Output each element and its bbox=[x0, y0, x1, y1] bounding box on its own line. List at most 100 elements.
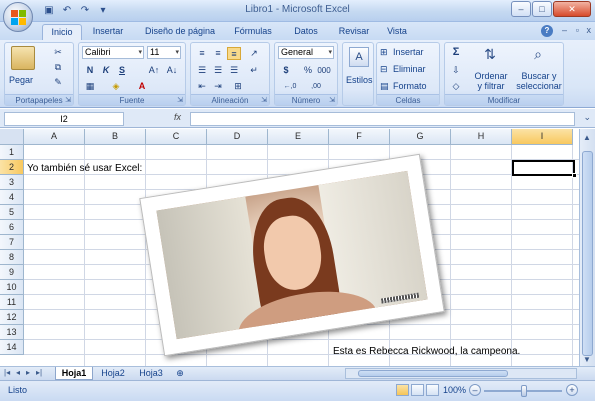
ribbon-minimize-icon[interactable]: – bbox=[562, 25, 567, 35]
row-header-4[interactable]: 4 bbox=[0, 190, 24, 205]
percent-button[interactable]: % bbox=[301, 64, 315, 77]
row-header-14[interactable]: 14 bbox=[0, 340, 24, 355]
find-select-label-1[interactable]: Buscar y bbox=[515, 71, 563, 81]
decrease-decimal-button[interactable]: ,00 bbox=[305, 80, 327, 93]
sort-filter-label-1[interactable]: Ordenar bbox=[471, 71, 511, 81]
sort-filter-icon[interactable]: ⇅ bbox=[479, 46, 501, 66]
horizontal-scrollbar[interactable] bbox=[345, 368, 577, 379]
font-size-select[interactable]: 11 ▾ bbox=[147, 46, 181, 59]
increase-indent-icon[interactable]: ⇥ bbox=[211, 80, 225, 93]
row-header-1[interactable]: 1 bbox=[0, 145, 24, 160]
format-cells-icon[interactable]: ▤ bbox=[380, 81, 389, 92]
prev-sheet-icon[interactable]: ◂ bbox=[16, 368, 20, 377]
paste-icon[interactable] bbox=[11, 46, 35, 70]
row-header-2[interactable]: 2 bbox=[0, 160, 24, 175]
dialog-launcher-icon[interactable]: ⇲ bbox=[261, 96, 267, 104]
align-top-icon[interactable]: ≡ bbox=[195, 47, 209, 60]
currency-button[interactable]: $ bbox=[279, 64, 293, 77]
zoom-out-button[interactable]: – bbox=[469, 384, 481, 396]
align-left-icon[interactable]: ☰ bbox=[195, 64, 209, 77]
find-select-label-2[interactable]: seleccionar bbox=[513, 81, 565, 91]
sheet-tab-hoja3[interactable]: Hoja3 bbox=[133, 367, 169, 380]
tab-insertar[interactable]: Insertar bbox=[86, 24, 130, 40]
insert-cells-button[interactable]: Insertar bbox=[393, 47, 424, 57]
shrink-font-icon[interactable]: A↓ bbox=[165, 64, 179, 77]
row-header-7[interactable]: 7 bbox=[0, 235, 24, 250]
align-middle-icon[interactable]: ≡ bbox=[211, 47, 225, 60]
orientation-icon[interactable]: ↗ bbox=[247, 47, 261, 60]
copy-icon[interactable]: ⧉ bbox=[51, 61, 65, 74]
increase-decimal-button[interactable]: ←,0 bbox=[279, 80, 301, 93]
vertical-scrollbar[interactable]: ▲ ▼ bbox=[579, 129, 595, 366]
column-header-h[interactable]: H bbox=[451, 129, 512, 145]
number-format-select[interactable]: General ▾ bbox=[278, 46, 334, 59]
delete-cells-button[interactable]: Eliminar bbox=[393, 64, 426, 74]
first-sheet-icon[interactable]: |◂ bbox=[4, 368, 10, 377]
cell-f14[interactable]: Esta es Rebecca Rickwood, la campeona. bbox=[333, 346, 520, 357]
delete-cells-icon[interactable]: ⊟ bbox=[380, 64, 388, 75]
help-icon[interactable]: ? bbox=[541, 25, 553, 37]
fill-color-icon[interactable]: ◈ bbox=[109, 80, 123, 93]
bold-button[interactable]: N bbox=[83, 64, 97, 77]
ribbon-close-icon[interactable]: x bbox=[587, 25, 592, 35]
vertical-scroll-thumb[interactable] bbox=[582, 151, 593, 356]
tab-inicio[interactable]: Inicio bbox=[42, 24, 82, 40]
styles-button-label[interactable]: Estilos bbox=[346, 75, 373, 85]
fill-icon[interactable]: ⇩ bbox=[449, 64, 463, 77]
tab-datos[interactable]: Datos bbox=[288, 24, 324, 40]
insert-sheet-icon[interactable]: ⊕ bbox=[172, 367, 188, 380]
underline-button[interactable]: S bbox=[115, 64, 129, 77]
merge-center-icon[interactable]: ⊞ bbox=[231, 80, 245, 93]
zoom-level[interactable]: 100% bbox=[443, 385, 466, 395]
select-all-button[interactable] bbox=[0, 129, 24, 145]
zoom-in-button[interactable]: + bbox=[566, 384, 578, 396]
format-cells-button[interactable]: Formato bbox=[393, 81, 427, 91]
tab-formulas[interactable]: Fórmulas bbox=[228, 24, 278, 40]
column-header-g[interactable]: G bbox=[390, 129, 451, 145]
row-header-5[interactable]: 5 bbox=[0, 205, 24, 220]
tab-revisar[interactable]: Revisar bbox=[334, 24, 374, 40]
row-header-12[interactable]: 12 bbox=[0, 310, 24, 325]
zoom-slider-thumb[interactable] bbox=[521, 385, 527, 397]
fill-handle[interactable] bbox=[572, 173, 577, 178]
minimize-button[interactable]: – bbox=[511, 1, 531, 17]
normal-view-button[interactable] bbox=[396, 384, 409, 396]
autosum-button[interactable]: Σ bbox=[449, 46, 463, 59]
expand-formula-icon[interactable]: ⌄ bbox=[583, 112, 591, 123]
row-header-9[interactable]: 9 bbox=[0, 265, 24, 280]
grow-font-icon[interactable]: A↑ bbox=[147, 64, 161, 77]
page-break-view-button[interactable] bbox=[426, 384, 439, 396]
maximize-button[interactable]: □ bbox=[532, 1, 552, 17]
format-painter-icon[interactable]: ✎ bbox=[51, 76, 65, 89]
column-header-i[interactable]: I bbox=[512, 129, 573, 145]
sheet-tab-hoja2[interactable]: Hoja2 bbox=[95, 367, 131, 380]
insert-cells-icon[interactable]: ⊞ bbox=[380, 47, 388, 58]
sheet-tab-hoja1[interactable]: Hoja1 bbox=[55, 367, 93, 380]
clear-icon[interactable]: ◇ bbox=[449, 80, 463, 93]
next-sheet-icon[interactable]: ▸ bbox=[26, 368, 30, 377]
close-button[interactable]: ✕ bbox=[553, 1, 591, 17]
tab-diseno-pagina[interactable]: Diseño de página bbox=[136, 24, 224, 40]
paste-button-label[interactable]: Pegar bbox=[9, 75, 33, 85]
column-header-b[interactable]: B bbox=[85, 129, 146, 145]
row-header-13[interactable]: 13 bbox=[0, 325, 24, 340]
fx-icon[interactable]: fx bbox=[174, 112, 181, 122]
cell-a2[interactable]: Yo también sé usar Excel: bbox=[27, 163, 142, 174]
column-header-d[interactable]: D bbox=[207, 129, 268, 145]
horizontal-scroll-thumb[interactable] bbox=[358, 370, 508, 377]
office-button[interactable] bbox=[3, 2, 33, 32]
dialog-launcher-icon[interactable]: ⇲ bbox=[177, 96, 183, 104]
align-center-icon[interactable]: ☰ bbox=[211, 64, 225, 77]
ribbon-restore-icon[interactable]: ▫ bbox=[576, 25, 579, 35]
cut-icon[interactable]: ✂ bbox=[51, 46, 65, 59]
active-cell-i2[interactable] bbox=[512, 160, 575, 176]
borders-icon[interactable]: ▦ bbox=[83, 80, 97, 93]
formula-input[interactable] bbox=[190, 112, 575, 126]
column-header-e[interactable]: E bbox=[268, 129, 329, 145]
page-layout-view-button[interactable] bbox=[411, 384, 424, 396]
column-header-a[interactable]: A bbox=[24, 129, 85, 145]
row-header-10[interactable]: 10 bbox=[0, 280, 24, 295]
dialog-launcher-icon[interactable]: ⇲ bbox=[65, 96, 71, 104]
scroll-up-icon[interactable]: ▲ bbox=[583, 133, 591, 142]
font-family-select[interactable]: Calibri ▾ bbox=[82, 46, 144, 59]
